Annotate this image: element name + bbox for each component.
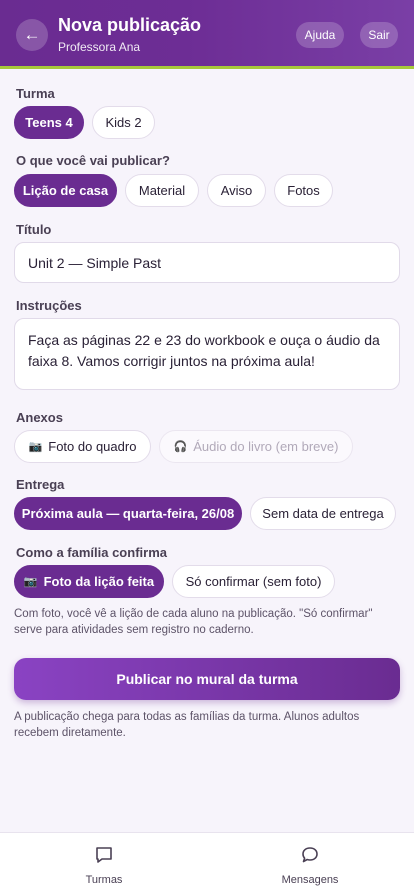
class-option-teens4[interactable]: Teens 4	[14, 106, 84, 139]
headphones-icon: 🎧	[173, 441, 188, 453]
publish-button[interactable]: Publicar no mural da turma	[14, 658, 400, 700]
page-title: Nova publicação	[58, 15, 202, 35]
confirm-note: Com foto, você vê a lição de cada aluno …	[14, 608, 373, 636]
title-input[interactable]: Unit 2 — Simple Past	[14, 242, 400, 283]
tab-turmas[interactable]: Turmas	[54, 845, 154, 886]
app-header: ← Nova publicação Professora Ana Ajuda S…	[0, 0, 414, 69]
instructions-textarea[interactable]: Faça as páginas 22 e 23 do workbook e ou…	[14, 318, 400, 390]
tab-turmas-label: Turmas	[85, 874, 123, 886]
page-subtitle: Professora Ana	[58, 40, 141, 54]
type-option-material[interactable]: Material	[125, 174, 199, 207]
attach-board-photo-label: Foto do quadro	[48, 439, 137, 454]
instructions-label: Instruções	[16, 298, 82, 313]
class-option-kids2[interactable]: Kids 2	[92, 106, 155, 139]
exit-button[interactable]: Sair	[360, 22, 398, 48]
class-label: Turma	[16, 86, 55, 101]
delivery-label: Entrega	[16, 477, 65, 492]
attachments-label: Anexos	[16, 410, 63, 425]
confirm-label: Como a família confirma	[16, 545, 167, 560]
type-option-photos[interactable]: Fotos	[274, 174, 333, 207]
delivery-next-class-option[interactable]: Próxima aula — quarta-feira, 26/08	[14, 497, 242, 530]
chat-square-icon	[96, 847, 112, 863]
tab-mensagens[interactable]: Mensagens	[260, 845, 360, 886]
attach-audio-button: 🎧 Áudio do livro (em breve)	[159, 430, 353, 463]
attach-audio-label: Áudio do livro (em breve)	[193, 439, 339, 454]
delivery-no-date-option[interactable]: Sem data de entrega	[250, 497, 396, 530]
confirm-photo-label: Foto da lição feita	[43, 574, 155, 589]
camera-icon: 📷	[23, 576, 38, 588]
tab-mensagens-label: Mensagens	[281, 874, 339, 886]
bottom-tab-bar: Turmas Mensagens	[0, 832, 414, 896]
arrow-left-icon: ←	[23, 25, 41, 44]
type-option-notice[interactable]: Aviso	[207, 174, 266, 207]
chat-bubble-icon	[302, 847, 318, 863]
camera-icon: 📷	[28, 441, 43, 453]
attach-board-photo-button[interactable]: 📷 Foto do quadro	[14, 430, 151, 463]
type-option-homework[interactable]: Lição de casa	[14, 174, 117, 207]
publish-note: A publicação chega para todas as família…	[14, 711, 360, 739]
back-button[interactable]: ←	[16, 19, 48, 51]
title-label: Título	[16, 222, 52, 237]
help-button[interactable]: Ajuda	[296, 22, 344, 48]
type-label: O que você vai publicar?	[16, 153, 170, 168]
confirm-only-option[interactable]: Só confirmar (sem foto)	[172, 565, 335, 598]
confirm-photo-option[interactable]: 📷 Foto da lição feita	[14, 565, 164, 598]
